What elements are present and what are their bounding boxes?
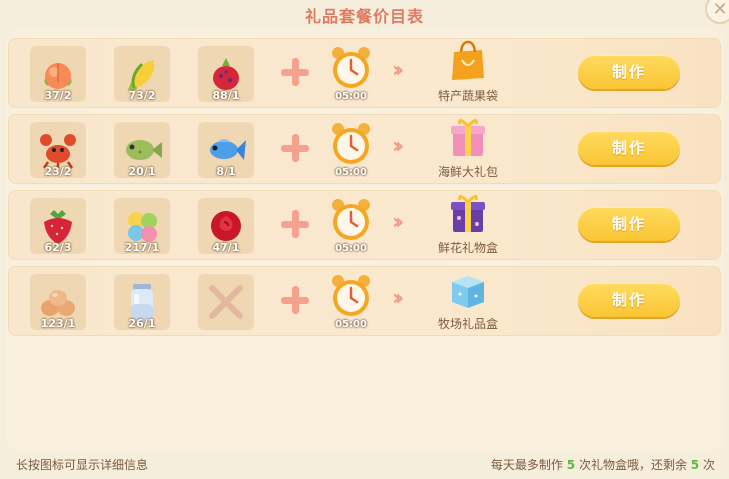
limit-remaining: 5 [690, 458, 700, 472]
ingredient-count: 20/1 [128, 165, 156, 178]
timer-slot: 05:00 [326, 120, 376, 178]
make-button[interactable]: 制作 [578, 55, 680, 89]
product-name: 海鲜大礼包 [437, 165, 498, 179]
timer-slot: 05:00 [326, 196, 376, 254]
double-arrow-icon: ›› [392, 286, 404, 311]
ingredient-slot[interactable]: 88/1 [198, 46, 254, 102]
recipe-row-flower-box: 62/3 217/1 47/1 05:00 ›› 鲜花礼物盒 制作 [8, 190, 721, 260]
timer-text: 05:00 [335, 167, 367, 178]
product-slot[interactable]: 牧场礼品盒 [438, 268, 498, 334]
hint-text: 长按图标可显示详细信息 [16, 458, 149, 472]
page-title: 礼品套餐价目表 [304, 7, 424, 26]
timer-text: 05:00 [335, 243, 367, 254]
ingredient-count: 8/1 [216, 165, 236, 178]
ingredient-slot[interactable]: 47/1 [198, 198, 254, 254]
recipe-row-produce-bag: 37/2 73/2 88/1 05:00 ›› 特产蔬果袋 制作 [8, 38, 721, 108]
product-slot[interactable]: 海鲜大礼包 [438, 116, 498, 182]
plus-icon [281, 58, 309, 86]
plus-icon [281, 210, 309, 238]
limit-prefix: 每天最多制作 [490, 458, 563, 472]
product-name: 鲜花礼物盒 [437, 241, 498, 255]
plus-icon [281, 286, 309, 314]
ingredient-count: 26/1 [128, 317, 156, 330]
ingredient-count: 37/2 [44, 89, 72, 102]
timer-text: 05:00 [335, 319, 367, 330]
ingredient-slot[interactable]: 123/1 [30, 274, 86, 330]
ingredient-count: 123/1 [40, 317, 76, 330]
ingredient-slot[interactable]: 26/1 [114, 274, 170, 330]
ingredient-count: 62/3 [44, 241, 72, 254]
gift-box-purple-icon [451, 195, 485, 232]
alarm-clock-icon [332, 47, 370, 88]
limit-total: 5 [566, 458, 576, 472]
product-name: 特产蔬果袋 [437, 89, 498, 103]
make-button[interactable]: 制作 [578, 131, 680, 165]
title-bar: 礼品套餐价目表 [0, 0, 729, 28]
product-name: 牧场礼品盒 [437, 317, 498, 331]
plus-icon [281, 134, 309, 162]
ingredient-slot[interactable]: 217/1 [114, 198, 170, 254]
ingredient-count: 47/1 [212, 241, 240, 254]
ingredient-slot[interactable]: 20/1 [114, 122, 170, 178]
product-slot[interactable]: 鲜花礼物盒 [438, 192, 498, 258]
limit-suffix: 次 [702, 458, 715, 472]
close-icon: ✕ [712, 0, 728, 20]
gift-box-blue-icon [452, 276, 484, 308]
ingredient-count: 88/1 [212, 89, 240, 102]
ingredient-slot[interactable]: 8/1 [198, 122, 254, 178]
ingredient-slot[interactable]: 62/3 [30, 198, 86, 254]
double-arrow-icon: ›› [392, 210, 404, 235]
timer-slot: 05:00 [326, 44, 376, 102]
empty-slot-icon [209, 285, 243, 319]
recipe-row-seafood-pack: 23/2 20/1 8/1 05:00 ›› 海鲜大礼包 制作 [8, 114, 721, 184]
timer-text: 05:00 [335, 91, 367, 102]
alarm-clock-icon [332, 275, 370, 316]
ingredient-slot [198, 274, 254, 330]
ingredient-count: 217/1 [124, 241, 160, 254]
ingredient-count: 73/2 [128, 89, 156, 102]
ingredient-slot[interactable]: 23/2 [30, 122, 86, 178]
shopping-bag-icon [452, 40, 484, 80]
gift-box-pink-icon [451, 119, 485, 156]
ingredient-count: 23/2 [44, 165, 72, 178]
make-button[interactable]: 制作 [578, 283, 680, 317]
recipe-row-ranch-box: 123/1 26/1 05:00 ›› 牧场礼品盒 制作 [8, 266, 721, 336]
limit-middle: 次礼物盒哦，还剩余 [578, 458, 687, 472]
double-arrow-icon: ›› [392, 134, 404, 159]
alarm-clock-icon [332, 123, 370, 164]
ingredient-slot[interactable]: 37/2 [30, 46, 86, 102]
ingredient-slot[interactable]: 73/2 [114, 46, 170, 102]
product-slot[interactable]: 特产蔬果袋 [438, 40, 498, 106]
make-button[interactable]: 制作 [578, 207, 680, 241]
alarm-clock-icon [332, 199, 370, 240]
timer-slot: 05:00 [326, 272, 376, 330]
double-arrow-icon: ›› [392, 58, 404, 83]
daily-limit-text: 每天最多制作 5 次礼物盒哦，还剩余 5 次 [491, 456, 715, 473]
